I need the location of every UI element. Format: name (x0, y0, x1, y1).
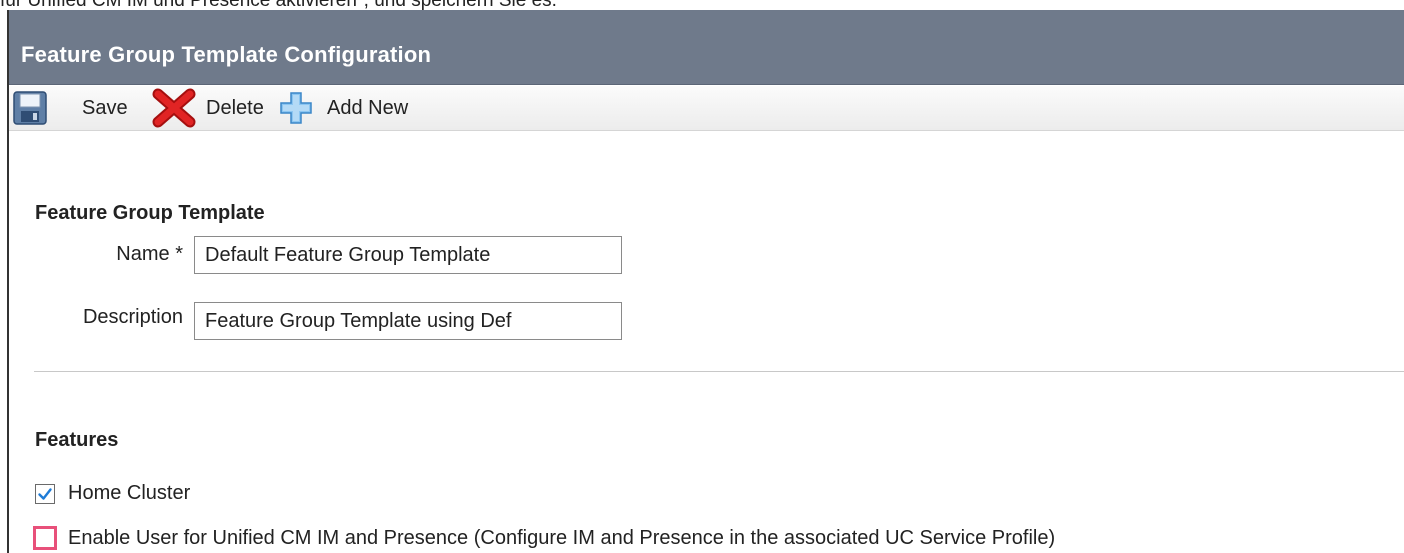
save-button[interactable]: Save (82, 86, 128, 130)
floppy-disk-icon (13, 91, 47, 125)
add-new-icon-button[interactable] (278, 86, 314, 130)
enable-im-presence-label: Enable User for Unified CM IM and Presen… (68, 526, 1056, 549)
description-input[interactable] (194, 302, 622, 340)
toolbar: Save Delete Add New (9, 86, 1404, 131)
feature-home-cluster-row: Home Cluster (35, 482, 190, 505)
enable-im-presence-checkbox[interactable] (33, 526, 57, 550)
save-icon-button[interactable] (12, 86, 48, 130)
name-label: Name * (116, 243, 183, 265)
add-new-button[interactable]: Add New (327, 86, 408, 130)
page-caption: für Unified CM IM und Presence aktiviere… (0, 0, 557, 11)
section-title-features: Features (35, 429, 119, 451)
delete-icon-button[interactable] (152, 86, 196, 130)
title-bar: Feature Group Template Configuration (9, 10, 1404, 85)
name-input[interactable] (194, 236, 622, 274)
configuration-panel: Feature Group Template Configuration Sav… (7, 10, 1404, 553)
section-divider (34, 371, 1404, 372)
section-title-feature-group-template: Feature Group Template (35, 202, 265, 224)
description-label: Description (82, 306, 183, 328)
delete-button[interactable]: Delete (206, 86, 264, 130)
save-label: Save (82, 96, 128, 119)
red-x-icon (152, 88, 196, 128)
home-cluster-checkbox[interactable] (35, 483, 55, 504)
delete-label: Delete (206, 96, 264, 119)
checkmark-icon (38, 487, 52, 500)
add-new-label: Add New (327, 96, 409, 119)
feature-enable-im-presence-row: Enable User for Unified CM IM and Presen… (33, 526, 1055, 550)
blue-plus-icon (280, 92, 312, 124)
home-cluster-label: Home Cluster (68, 482, 191, 504)
page-title: Feature Group Template Configuration (21, 42, 432, 67)
